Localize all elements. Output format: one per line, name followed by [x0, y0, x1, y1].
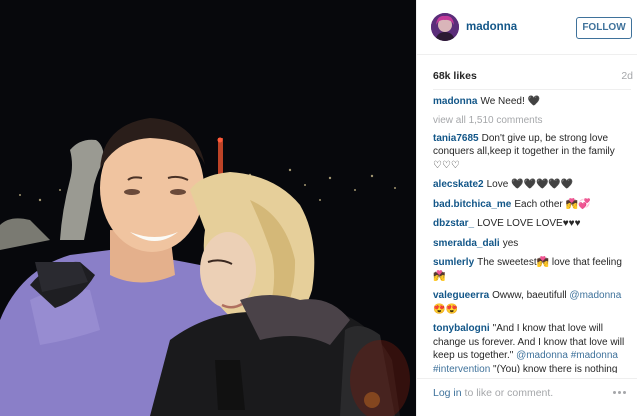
comment-username[interactable]: smeralda_dali	[433, 238, 500, 249]
photo-illustration	[0, 0, 416, 416]
post-header: madonna FOLLOW	[417, 0, 637, 55]
comment-username[interactable]: dbzstar_	[433, 218, 474, 229]
login-prompt-text: to like or comment.	[461, 387, 554, 399]
comment-username[interactable]: madonna	[433, 96, 477, 107]
post-meta: 68k likes 2d	[433, 70, 633, 84]
comment-username[interactable]: alecskate2	[433, 179, 484, 190]
divider	[433, 89, 631, 90]
comment: smeralda_dali yes	[433, 237, 625, 251]
comment-username[interactable]: tonybalogni	[433, 323, 490, 334]
post-age: 2d	[621, 70, 633, 82]
comment-username[interactable]: tania7685	[433, 133, 479, 144]
comment: tania7685 Don't give up, be strong love c…	[433, 132, 625, 173]
comment: bad.bitchica_me Each other 💏💞	[433, 198, 625, 212]
comment-username[interactable]: valegueerra	[433, 290, 489, 301]
comment-username[interactable]: bad.bitchica_me	[433, 199, 511, 210]
post-footer: Log in to like or comment.	[417, 378, 637, 416]
avatar[interactable]	[431, 13, 459, 41]
comment: tonybalogni "And I know that love will ch…	[433, 322, 625, 373]
follow-button[interactable]: FOLLOW	[576, 17, 632, 39]
comment-text-suffix: 😍😍	[433, 303, 458, 315]
comment: alecskate2 Love 🖤🖤🖤🖤🖤	[433, 178, 625, 192]
comment: dbzstar_ LOVE LOVE LOVE♥♥♥	[433, 217, 625, 231]
username[interactable]: madonna	[466, 21, 517, 33]
login-link[interactable]: Log in	[433, 387, 462, 399]
comment-text: Love 🖤🖤🖤🖤🖤	[486, 179, 574, 190]
post-photo[interactable]	[0, 0, 416, 416]
comment: valegueerra Owww, baeutifull @madonna 😍😍	[433, 289, 625, 316]
comment-text: Each other 💏💞	[514, 198, 591, 210]
post-side-panel: madonna FOLLOW 68k likes 2d madonna We Ne…	[416, 0, 637, 416]
comment-text: Owww, baeutifull	[492, 290, 567, 301]
comment-username[interactable]: sumlerly	[433, 257, 474, 268]
more-dots-icon[interactable]	[613, 391, 629, 399]
comment-text: We Need! 🖤	[480, 96, 540, 107]
comment-text: yes	[502, 237, 519, 249]
comment: sumlerly The sweetest💏 love that feeling💏	[433, 256, 625, 283]
likes-count: 68k likes	[433, 70, 477, 82]
comment-mention[interactable]: @madonna	[569, 290, 621, 301]
comments-list: madonna We Need! 🖤 view all 1,510 comment…	[433, 95, 625, 373]
caption: madonna We Need! 🖤	[433, 95, 625, 109]
avatar-image	[431, 13, 459, 41]
view-all-comments-link[interactable]: view all 1,510 comments	[433, 115, 625, 126]
login-prompt: Log in to like or comment.	[433, 387, 553, 399]
comment-text: LOVE LOVE LOVE♥♥♥	[477, 218, 581, 229]
